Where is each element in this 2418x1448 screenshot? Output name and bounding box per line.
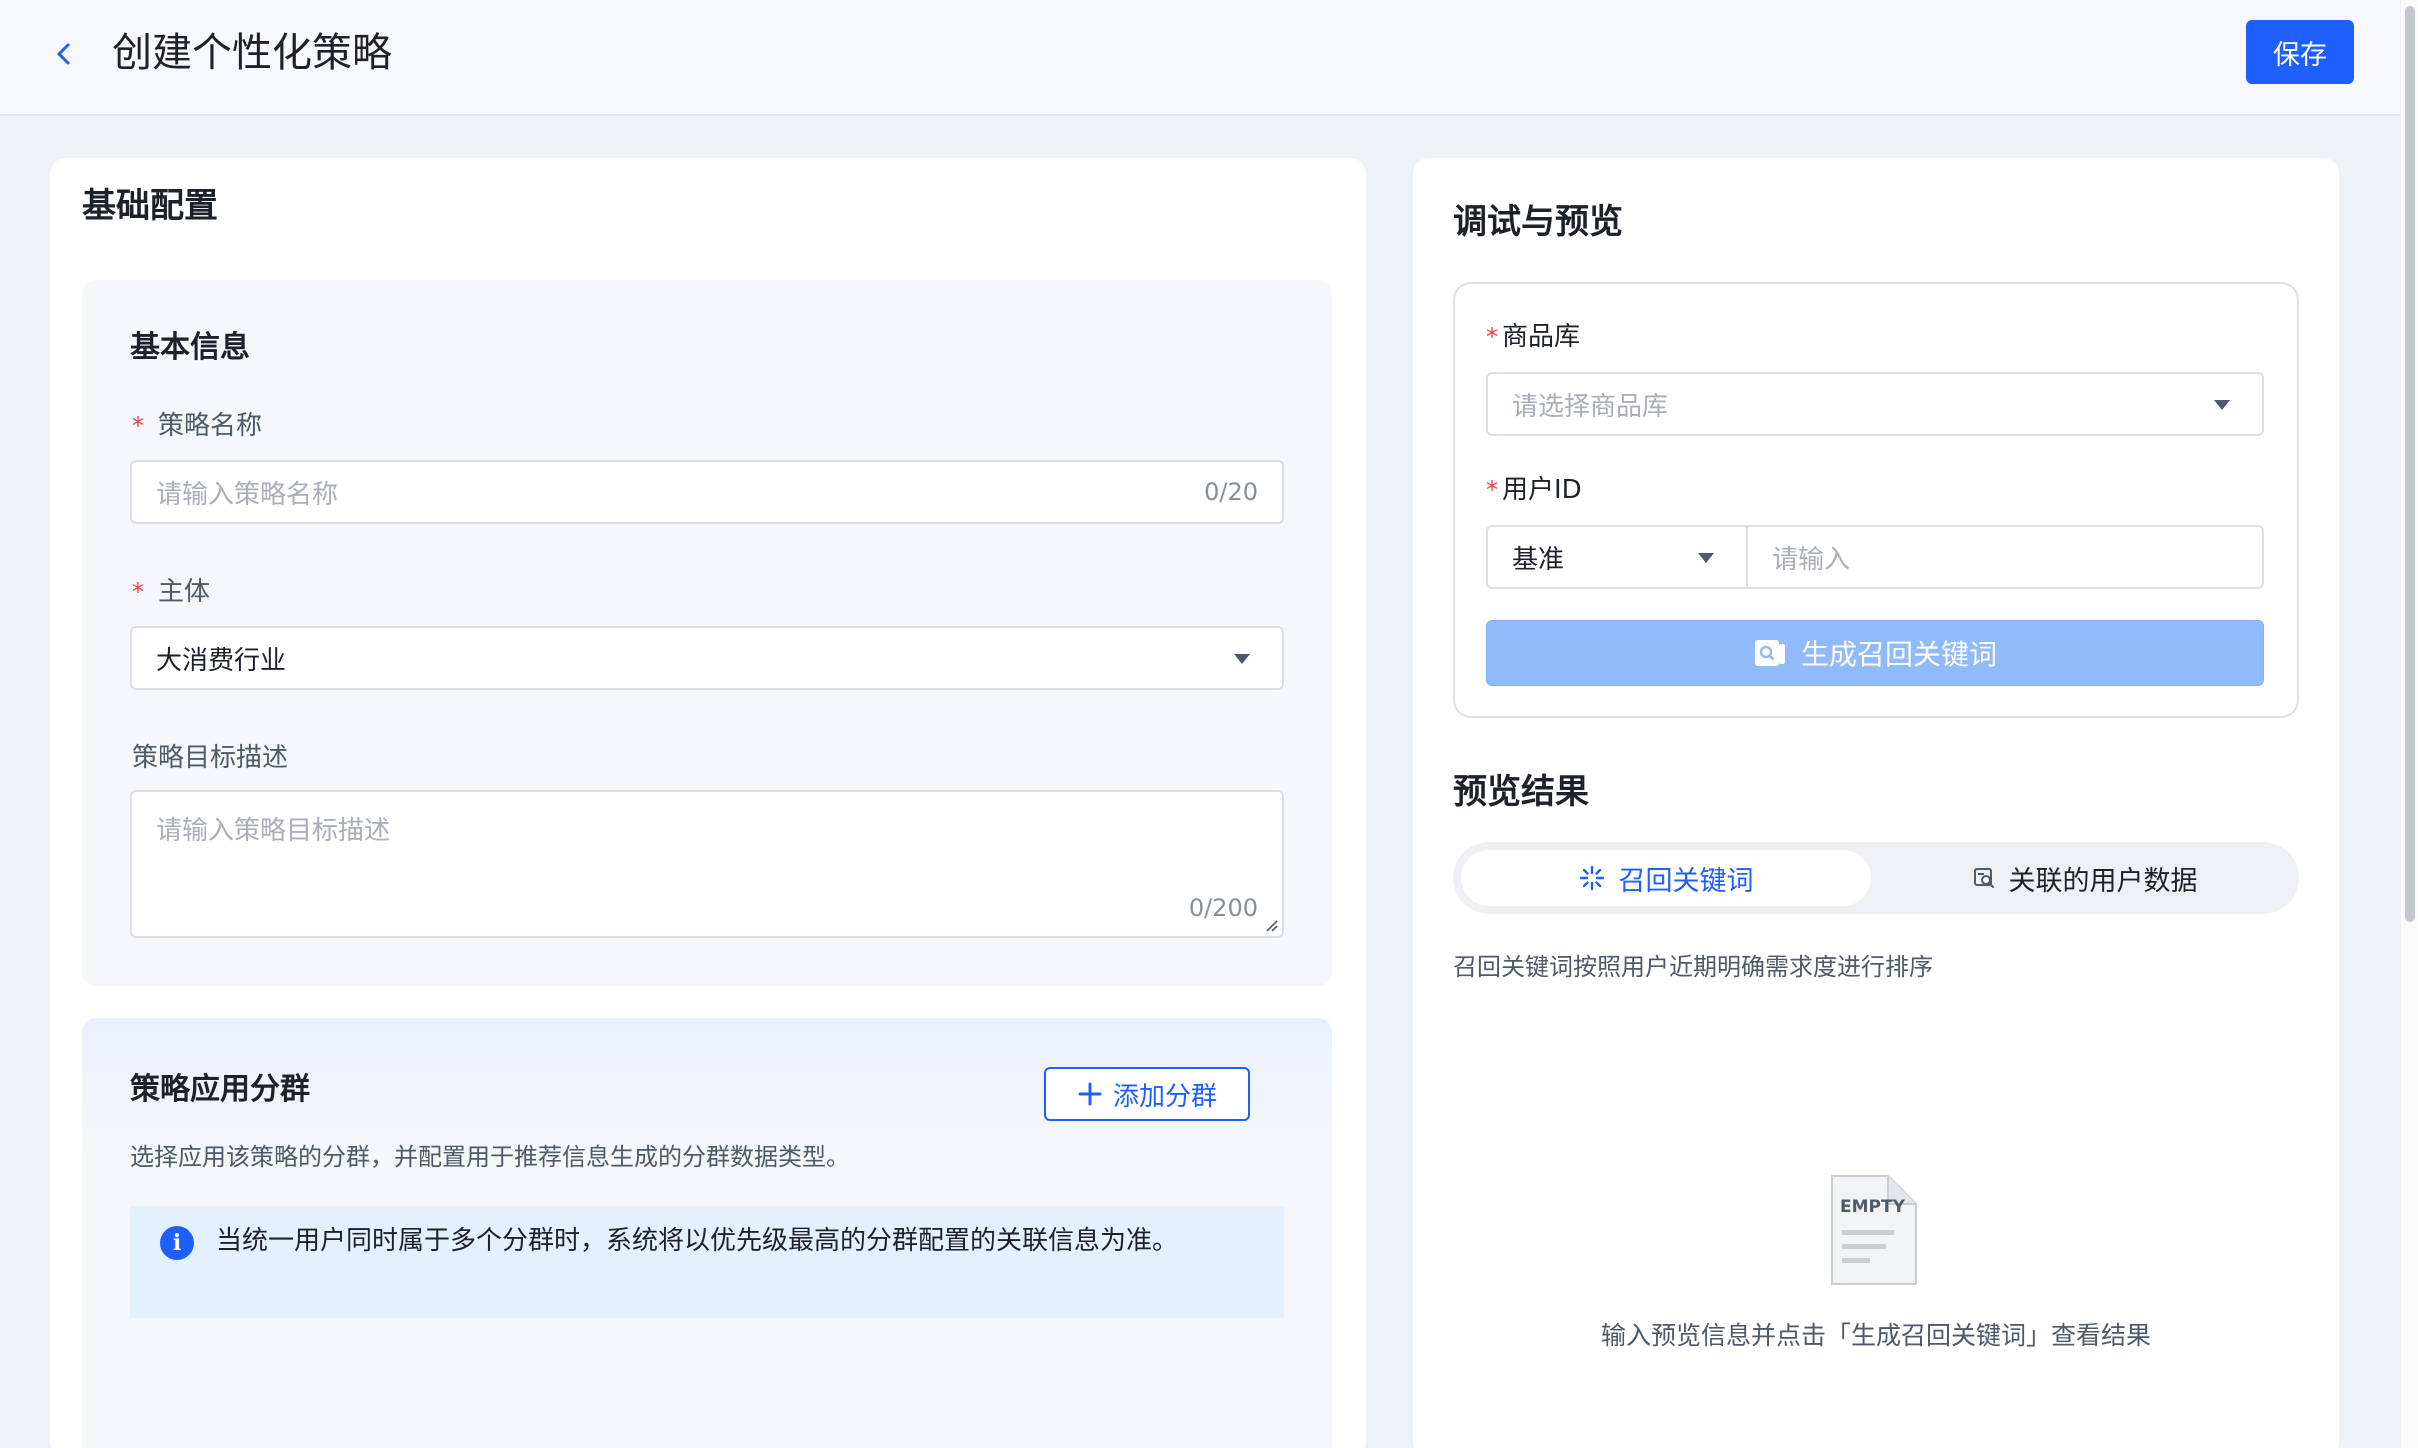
subject-selected-value: 大消费行业 [156,645,287,676]
user-id-type-value: 基准 [1512,544,1565,575]
user-id-placeholder: 请输入 [1772,544,1851,575]
user-data-icon [1973,868,1994,888]
user-id-label-text: 用户ID [1502,475,1582,505]
tab-description: 召回关键词按照用户近期明确需求度进行排序 [1453,953,1933,981]
resize-handle-icon[interactable] [1264,918,1278,932]
tab-recall-keywords[interactable]: 召回关键词 [1461,850,1871,906]
goal-label: 策略目标描述 [132,743,289,773]
empty-document-icon: EMPTY [1831,1175,1917,1285]
scrollbar-thumb[interactable] [2405,6,2415,922]
save-button[interactable]: 保存 [2246,20,2354,84]
goal-placeholder: 请输入策略目标描述 [156,816,391,846]
sparkle-icon [1579,865,1604,891]
add-group-button[interactable]: 添加分群 [1044,1067,1250,1121]
required-marker: * [1486,323,1498,351]
library-label-text: 商品库 [1502,322,1581,352]
basic-info-title: 基本信息 [130,330,250,365]
add-group-label: 添加分群 [1112,1081,1217,1112]
info-icon: i [160,1226,194,1260]
back-chevron-icon[interactable] [46,36,82,72]
required-marker: * [132,412,144,440]
preview-tabs: 召回关键词 关联的用户数据 [1453,842,2299,914]
subject-label-text: 主体 [158,577,211,607]
info-alert: i 当统一用户同时属于多个分群时，系统将以优先级最高的分群配置的关联信息为准。 [130,1206,1284,1318]
required-marker: * [132,578,144,606]
search-doc-icon [1754,640,1785,666]
generate-keywords-button[interactable]: 生成召回关键词 [1486,620,2264,686]
basic-config-title: 基础配置 [82,186,218,226]
plus-icon [1078,1082,1102,1106]
library-placeholder: 请选择商品库 [1512,391,1669,422]
tab-user-data-label: 关联的用户数据 [2008,865,2198,897]
empty-state-text: 输入预览信息并点击「生成召回关键词」查看结果 [1600,1321,2151,1350]
goal-textarea[interactable]: 请输入策略目标描述 0/200 [130,790,1284,938]
empty-badge-text: EMPTY [1840,1197,1906,1217]
chevron-down-icon [1698,553,1714,563]
chevron-down-icon [2214,400,2230,410]
goal-counter: 0/200 [1188,894,1258,922]
strategy-groups-desc: 选择应用该策略的分群，并配置用于推荐信息生成的分群数据类型。 [130,1143,850,1171]
strategy-name-label: * 策略名称 [132,408,262,444]
tab-recall-keywords-label: 召回关键词 [1618,865,1754,897]
user-id-input[interactable]: 请输入 [1746,525,2264,589]
chevron-down-icon [1234,654,1250,664]
library-select[interactable]: 请选择商品库 [1486,372,2264,436]
strategy-name-input[interactable]: 请输入策略名称 0/20 [130,460,1284,524]
info-alert-text: 当统一用户同时属于多个分群时，系统将以优先级最高的分群配置的关联信息为准。 [216,1226,1179,1256]
strategy-name-placeholder: 请输入策略名称 [156,479,339,510]
debug-preview-title: 调试与预览 [1453,202,1623,242]
strategy-name-counter: 0/20 [1204,478,1258,506]
subject-select[interactable]: 大消费行业 [130,626,1284,690]
strategy-groups-title: 策略应用分群 [130,1072,310,1107]
tab-user-data[interactable]: 关联的用户数据 [1879,850,2291,906]
page-title: 创建个性化策略 [112,30,392,76]
required-marker: * [1486,476,1498,504]
generate-keywords-label: 生成召回关键词 [1800,638,1997,671]
basic-info-card: 基本信息 * 策略名称 请输入策略名称 0/20 * 主体 大消费行业 策略目标描述… [82,280,1332,986]
subject-label: * 主体 [132,574,210,610]
library-label: * 商品库 [1486,319,1580,355]
user-id-label: * 用户ID [1486,472,1582,508]
preview-result-title: 预览结果 [1453,772,1589,812]
page-header: 创建个性化策略 保存 [0,0,2418,116]
scrollbar-track[interactable] [2400,0,2418,1448]
strategy-name-label-text: 策略名称 [158,411,263,441]
user-id-type-select[interactable]: 基准 [1486,525,1748,589]
